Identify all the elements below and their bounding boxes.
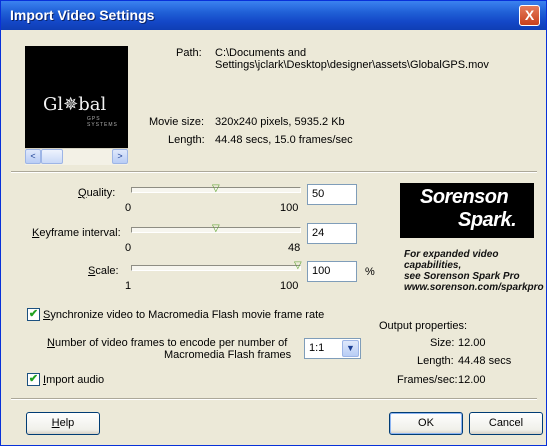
global-logo-subtitle: GPS SYSTEMS [87, 116, 118, 128]
quality-min: 0 [125, 202, 132, 214]
keyframe-min: 0 [125, 242, 132, 254]
keyframe-input[interactable]: 24 [307, 223, 357, 244]
help-button[interactable]: Help [26, 412, 100, 435]
import-video-settings-dialog: Import Video Settings X Gl✵bal GPS SYSTE… [0, 0, 547, 446]
scale-max: 100 [280, 280, 299, 292]
keyframe-slider-thumb[interactable]: ▽ [212, 223, 220, 235]
preview-scrollbar[interactable]: < > [25, 148, 128, 165]
quality-slider-thumb[interactable]: ▽ [212, 183, 220, 195]
separator-bottom [11, 398, 537, 400]
video-preview: Gl✵bal GPS SYSTEMS [25, 46, 128, 162]
scale-min: 1 [125, 280, 132, 292]
import-audio-label[interactable]: Import audio [43, 374, 104, 386]
output-size-label: Size: [430, 337, 455, 349]
checkmark-icon: ✔ [28, 373, 39, 385]
scale-label: Scale: [88, 265, 119, 277]
scroll-left-button[interactable]: < [25, 149, 41, 164]
output-fps-value: 12.00 [458, 374, 486, 386]
length-value: 44.48 secs, 15.0 frames/sec [215, 134, 353, 146]
keyframe-interval-label: Keyframe interval: [32, 227, 121, 239]
sync-frame-rate-checkbox[interactable]: ✔ [27, 308, 40, 321]
chevron-right-icon: > [117, 151, 123, 161]
frames-ratio-label-line2: Macromedia Flash frames [164, 349, 292, 361]
chevron-left-icon: < [30, 151, 36, 161]
output-length-label: Length: [417, 355, 454, 367]
output-size-value: 12.00 [458, 337, 486, 349]
window-title: Import Video Settings [10, 7, 155, 23]
scale-unit: % [365, 266, 375, 278]
dropdown-arrow-icon[interactable]: ▼ [342, 340, 359, 357]
scale-input[interactable]: 100 [307, 261, 357, 282]
title-bar[interactable]: Import Video Settings X [1, 1, 546, 30]
sorenson-spark-promo: Sorenson Spark. For expanded video capab… [400, 183, 544, 298]
movie-size-value: 320x240 pixels, 5935.2 Kb [215, 116, 345, 128]
scale-slider[interactable] [131, 265, 301, 271]
cancel-button[interactable]: Cancel [469, 412, 543, 435]
scroll-thumb[interactable] [41, 149, 63, 164]
slider-thumb-icon: ▽ [212, 183, 220, 194]
checkmark-icon: ✔ [28, 308, 39, 320]
scale-slider-thumb[interactable]: ▽ [294, 260, 302, 272]
dialog-body: Gl✵bal GPS SYSTEMS < > Path: C:\Document… [4, 30, 544, 444]
close-icon: X [524, 7, 535, 23]
path-value-line1: C:\Documents and [215, 47, 307, 59]
output-properties-header: Output properties: [379, 320, 468, 332]
frames-ratio-select[interactable]: 1:1 ▼ [304, 338, 361, 359]
sync-frame-rate-label[interactable]: Synchronize video to Macromedia Flash mo… [43, 309, 324, 321]
ok-button[interactable]: OK [389, 412, 463, 435]
keyframe-max: 48 [288, 242, 301, 254]
movie-size-label: Movie size: [149, 116, 205, 128]
path-value-line2: Settings\jclark\Desktop\designer\assets\… [215, 59, 489, 71]
path-label: Path: [176, 47, 202, 59]
global-logo: Gl✵bal [43, 94, 107, 115]
frames-ratio-value: 1:1 [309, 342, 325, 354]
close-button[interactable]: X [519, 5, 540, 26]
frames-ratio-label-line1: Number of video frames to encode per num… [47, 337, 288, 349]
separator-top [11, 171, 537, 173]
quality-max: 100 [280, 202, 299, 214]
import-audio-checkbox[interactable]: ✔ [27, 373, 40, 386]
quality-label: Quality: [78, 187, 116, 199]
length-label: Length: [168, 134, 205, 146]
sorenson-logo: Sorenson Spark. [400, 183, 534, 238]
slider-thumb-icon: ▽ [294, 260, 302, 271]
scroll-right-button[interactable]: > [112, 149, 128, 164]
slider-thumb-icon: ▽ [212, 223, 220, 234]
quality-input[interactable]: 50 [307, 184, 357, 205]
output-length-value: 44.48 secs [458, 355, 512, 367]
output-fps-label: Frames/sec: [397, 374, 458, 386]
sorenson-promo-text: For expanded video capabilities, see Sor… [404, 249, 544, 293]
